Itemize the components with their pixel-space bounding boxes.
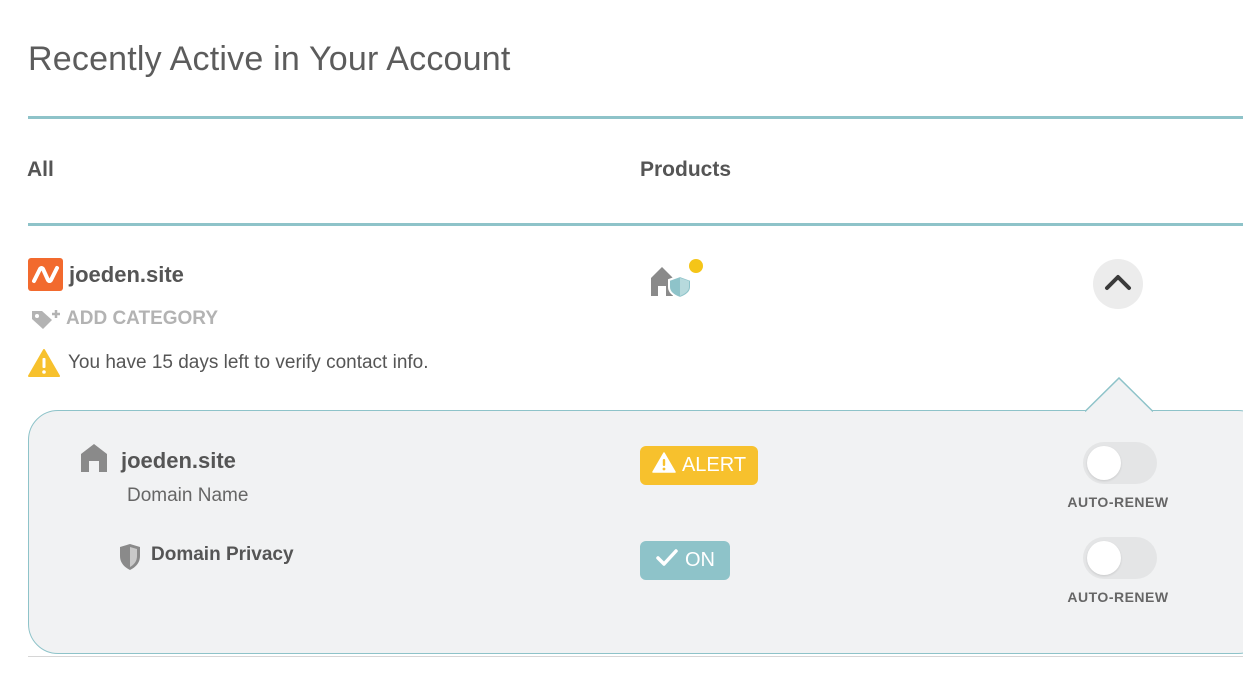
on-status-label: ON xyxy=(685,549,715,571)
chevron-up-icon xyxy=(1104,273,1132,296)
warning-icon xyxy=(28,348,60,378)
auto-renew-toggle-privacy[interactable] xyxy=(1083,537,1157,579)
namecheap-logo-icon xyxy=(28,258,63,291)
check-icon xyxy=(655,548,679,574)
alert-status-badge[interactable]: ALERT xyxy=(640,446,758,485)
warning-icon xyxy=(652,451,676,480)
add-category-button[interactable]: ADD CATEGORY xyxy=(30,307,218,331)
column-header-products[interactable]: Products xyxy=(640,158,731,182)
domain-details-panel xyxy=(28,410,1243,654)
alert-status-label: ALERT xyxy=(681,454,747,476)
title-divider xyxy=(28,116,1243,119)
privacy-item-name[interactable]: Domain Privacy xyxy=(151,544,294,566)
column-header-all[interactable]: All xyxy=(27,158,54,182)
header-divider xyxy=(28,223,1243,226)
domain-item-subtitle: Domain Name xyxy=(127,485,249,506)
verify-contact-notice: You have 15 days left to verify contact … xyxy=(28,348,429,378)
auto-renew-label: AUTO-RENEW xyxy=(1067,589,1169,605)
panel-pointer xyxy=(1085,377,1153,413)
verify-notice-text: You have 15 days left to verify contact … xyxy=(68,352,429,373)
auto-renew-toggle-domain[interactable] xyxy=(1083,442,1157,484)
domain-item-name[interactable]: joeden.site xyxy=(121,448,236,474)
bottom-divider xyxy=(28,656,1243,657)
auto-renew-label: AUTO-RENEW xyxy=(1067,494,1169,510)
tag-plus-icon xyxy=(30,307,62,331)
toggle-knob xyxy=(1087,541,1121,575)
collapse-button[interactable] xyxy=(1093,259,1143,309)
toggle-knob xyxy=(1087,446,1121,480)
product-status-icon[interactable] xyxy=(648,258,708,300)
domain-link[interactable]: joeden.site xyxy=(69,262,184,288)
recently-active-page: Recently Active in Your Account All Prod… xyxy=(0,0,1243,684)
on-status-badge[interactable]: ON xyxy=(640,541,730,580)
house-icon xyxy=(80,443,108,473)
section-title: Recently Active in Your Account xyxy=(28,40,511,78)
add-category-label: ADD CATEGORY xyxy=(66,308,218,329)
shield-icon xyxy=(118,543,142,571)
